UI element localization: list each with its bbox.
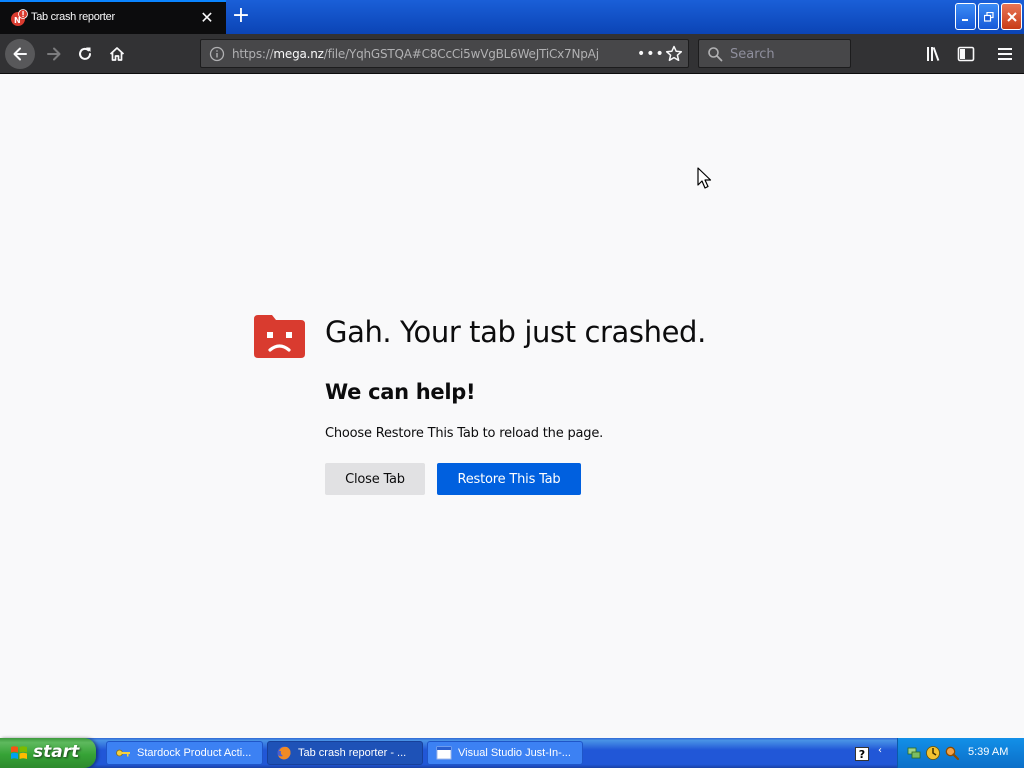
tab-title: Tab crash reporter [31,11,115,23]
minimize-icon [961,18,968,21]
home-icon [109,47,125,61]
reload-icon [79,47,91,60]
tab-strip: N Tab crash reporter ✕ + [0,0,1024,34]
close-tab-button[interactable]: Close Tab [325,463,425,495]
crash-subtitle: We can help! [325,380,476,404]
mouse-pointer-icon [697,167,712,189]
new-tab-icon[interactable]: + [231,5,251,27]
url-path: /file/YqhGSTQA#C8CcCi5wVgBL6WeJTiCx7NpAj [323,47,599,61]
url-bar[interactable]: https://mega.nz/file/YqhGSTQA#C8CcCi5wVg… [200,39,689,68]
crash-description: Choose Restore This Tab to reload the pa… [325,426,604,441]
start-button[interactable]: start [0,738,96,768]
restore-tab-button[interactable]: Restore This Tab [437,463,581,495]
navigation-toolbar: https://mega.nz/file/YqhGSTQA#C8CcCi5wVg… [0,34,1024,74]
start-label: start [33,742,80,762]
task-label: Stardock Product Acti... [137,747,252,759]
key-icon [116,749,130,757]
library-icon[interactable] [924,44,944,64]
task-label: Tab crash reporter - ... [298,747,407,759]
url-text[interactable]: https://mega.nz/file/YqhGSTQA#C8CcCi5wVg… [232,47,604,63]
clock: 5:39 AM [968,746,1009,758]
crash-page: Gah. Your tab just crashed. We can help!… [0,75,1024,738]
windows-logo-icon [11,746,27,759]
crash-tab-favicon-icon: N [11,9,28,26]
task-label: Visual Studio Just-In-... [458,747,571,759]
tray-expand-icon[interactable]: ‹ [878,745,882,756]
reload-button[interactable] [70,39,100,69]
restore-window-icon [983,11,994,22]
window-icon [436,746,452,760]
taskbar-item-stardock[interactable]: Stardock Product Acti... [106,741,263,765]
windows-taskbar: start Stardock Product Acti... Tab crash… [0,738,1024,768]
close-window-icon [1006,11,1017,22]
sidebar-toggle-icon[interactable] [956,44,976,64]
forward-arrow-icon [47,47,61,61]
window-controls [955,3,1022,30]
hamburger-menu-icon[interactable] [995,44,1015,64]
crash-title: Gah. Your tab just crashed. [325,315,706,349]
update-icon[interactable] [925,745,941,761]
taskbar-item-visual-studio[interactable]: Visual Studio Just-In-... [427,741,583,765]
url-prefix: https:// [232,47,274,61]
system-tray: 5:39 AM [897,738,1024,768]
search-bar[interactable] [698,39,851,68]
magnifier-icon[interactable] [944,745,960,761]
restore-window-button[interactable] [978,3,999,30]
tab-crash-reporter[interactable]: N Tab crash reporter ✕ [0,0,226,34]
home-button[interactable] [102,39,132,69]
tab-close-icon[interactable]: ✕ [199,10,215,26]
close-window-button[interactable] [1001,3,1022,30]
bookmark-star-icon[interactable] [664,44,684,64]
taskbar-item-tab-crash-reporter[interactable]: Tab crash reporter - ... [267,741,423,765]
network-icon[interactable] [906,745,922,761]
back-button[interactable] [5,39,35,69]
search-input[interactable] [730,44,840,64]
search-icon [708,47,723,62]
page-actions-icon[interactable]: ••• [637,44,664,64]
firefox-icon [277,746,291,760]
minimize-button[interactable] [955,3,976,30]
url-host: mega.nz [273,47,324,61]
forward-button[interactable] [39,39,69,69]
back-arrow-icon [13,47,27,61]
site-info-icon[interactable] [209,46,225,62]
sad-tab-icon [254,315,305,358]
help-icon[interactable]: ? [855,747,869,761]
